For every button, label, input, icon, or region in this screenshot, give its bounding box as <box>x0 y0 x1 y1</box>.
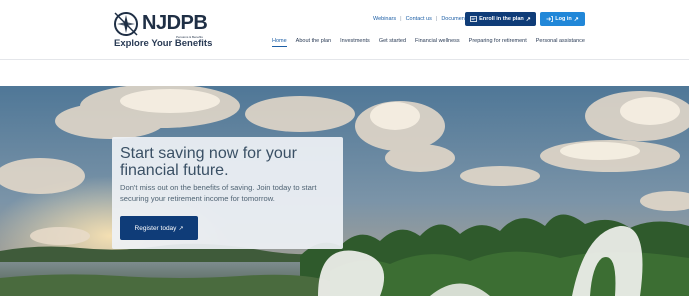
login-button-label: Log in <box>555 16 572 22</box>
login-icon <box>546 16 554 22</box>
utility-separator: | <box>400 16 402 22</box>
hero-background-image <box>0 86 689 296</box>
enroll-button[interactable]: Enroll in the plan ↗ <box>465 12 536 26</box>
link-contact-us[interactable]: Contact us <box>406 16 432 22</box>
hero-banner: Start saving now for your financial futu… <box>0 86 689 296</box>
nav-financial-wellness[interactable]: Financial wellness <box>415 38 460 47</box>
logo-name: NJDPB <box>142 12 208 34</box>
main-nav: Home About the plan Investments Get star… <box>272 38 585 47</box>
link-webinars[interactable]: Webinars <box>373 16 396 22</box>
nav-investments[interactable]: Investments <box>340 38 370 47</box>
nav-personal-assistance[interactable]: Personal assistance <box>536 38 585 47</box>
site-tagline: Explore Your Benefits <box>114 38 213 49</box>
page: NJDPB Pensions & Benefits Explore Your B… <box>0 0 689 296</box>
external-link-icon: ↗ <box>573 16 579 23</box>
site-header: NJDPB Pensions & Benefits Explore Your B… <box>0 0 689 60</box>
hero-text: Don't miss out on the benefits of saving… <box>120 183 317 203</box>
nav-get-started[interactable]: Get started <box>379 38 406 47</box>
enroll-button-label: Enroll in the plan <box>479 16 524 22</box>
hero-title: Start saving now for your financial futu… <box>120 145 297 179</box>
external-link-icon: ↗ <box>525 16 531 23</box>
nav-home[interactable]: Home <box>272 38 287 47</box>
nav-about-the-plan[interactable]: About the plan <box>296 38 331 47</box>
hero-promo-card: Start saving now for your financial futu… <box>112 137 343 249</box>
utility-links: Webinars | Contact us | Documents <box>373 16 469 22</box>
external-link-icon: ↗ <box>178 225 184 232</box>
utility-separator: | <box>435 16 438 22</box>
enroll-icon <box>470 16 478 22</box>
register-today-button[interactable]: Register today ↗ <box>120 216 198 240</box>
compass-icon <box>114 12 138 36</box>
register-today-label: Register today <box>134 224 177 232</box>
login-button[interactable]: Log in ↗ <box>540 12 585 26</box>
nav-preparing-for-retirement[interactable]: Preparing for retirement <box>469 38 527 47</box>
